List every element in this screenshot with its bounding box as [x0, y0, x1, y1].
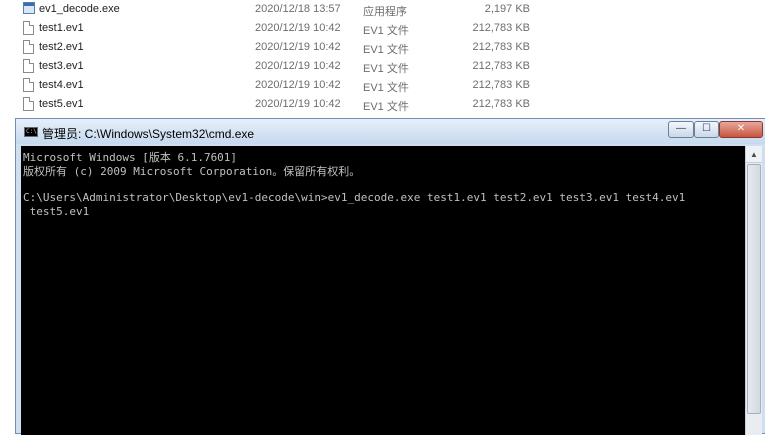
file-type: EV1 文件: [363, 82, 409, 94]
console-line: C:\Users\Administrator\Desktop\ev1-decod…: [23, 191, 686, 204]
maximize-button[interactable]: ☐: [694, 121, 719, 138]
file-name: ev1_decode.exe: [39, 3, 120, 15]
file-icon: [23, 40, 34, 54]
file-date: 2020/12/19 10:42: [255, 22, 341, 34]
file-type: EV1 文件: [363, 63, 409, 75]
minimize-button[interactable]: —: [668, 121, 694, 138]
file-type: EV1 文件: [363, 101, 409, 113]
cmd-app-icon[interactable]: C:\: [24, 127, 38, 137]
scroll-up-icon[interactable]: ▲: [746, 146, 762, 163]
file-row[interactable]: ev1_decode.exe 2020/12/18 13:57 应用程序 2,1…: [0, 0, 765, 19]
file-row[interactable]: test3.ev1 2020/12/19 10:42 EV1 文件 212,78…: [0, 57, 765, 76]
file-name: test5.ev1: [39, 98, 84, 110]
file-row[interactable]: test1.ev1 2020/12/19 10:42 EV1 文件 212,78…: [0, 19, 765, 38]
file-size: 212,783 KB: [472, 22, 531, 34]
file-type: EV1 文件: [363, 25, 409, 37]
file-name: test4.ev1: [39, 79, 84, 91]
file-name: test3.ev1: [39, 60, 84, 72]
vertical-scrollbar[interactable]: ▲: [745, 146, 762, 435]
file-icon: [23, 21, 34, 35]
file-row[interactable]: test2.ev1 2020/12/19 10:42 EV1 文件 212,78…: [0, 38, 765, 57]
file-row[interactable]: test5.ev1 2020/12/19 10:42 EV1 文件 212,78…: [0, 95, 765, 114]
file-type: 应用程序: [363, 6, 407, 18]
exe-icon: [23, 2, 35, 14]
file-date: 2020/12/19 10:42: [255, 41, 341, 53]
console-line: 版权所有 (c) 2009 Microsoft Corporation。保留所有…: [23, 165, 361, 178]
scroll-thumb[interactable]: [747, 164, 761, 414]
cmd-window: C:\ 管理员: C:\Windows\System32\cmd.exe — ☐…: [15, 118, 765, 435]
file-size: 212,783 KB: [472, 98, 531, 110]
file-size: 212,783 KB: [472, 79, 531, 91]
minimize-icon: —: [676, 123, 686, 134]
console-line: test5.ev1: [23, 205, 90, 218]
maximize-icon: ☐: [702, 123, 711, 134]
file-name: test2.ev1: [39, 41, 84, 53]
file-date: 2020/12/19 10:42: [255, 98, 341, 110]
console-output[interactable]: Microsoft Windows [版本 6.1.7601] 版权所有 (c)…: [21, 146, 745, 435]
window-title: 管理员: C:\Windows\System32\cmd.exe: [42, 127, 255, 141]
file-row[interactable]: test4.ev1 2020/12/19 10:42 EV1 文件 212,78…: [0, 76, 765, 95]
file-icon: [23, 97, 34, 111]
close-icon: ✕: [736, 123, 746, 134]
file-date: 2020/12/18 13:57: [255, 3, 341, 15]
close-button[interactable]: ✕: [719, 121, 763, 138]
file-name: test1.ev1: [39, 22, 84, 34]
file-type: EV1 文件: [363, 44, 409, 56]
file-size: 212,783 KB: [472, 60, 531, 72]
file-icon: [23, 78, 34, 92]
file-date: 2020/12/19 10:42: [255, 79, 341, 91]
cmd-titlebar[interactable]: C:\ 管理员: C:\Windows\System32\cmd.exe — ☐…: [16, 119, 765, 144]
file-size: 212,783 KB: [472, 41, 531, 53]
explorer-file-list: ev1_decode.exe 2020/12/18 13:57 应用程序 2,1…: [0, 0, 765, 120]
file-icon: [23, 59, 34, 73]
file-size: 2,197 KB: [484, 3, 530, 15]
file-date: 2020/12/19 10:42: [255, 60, 341, 72]
